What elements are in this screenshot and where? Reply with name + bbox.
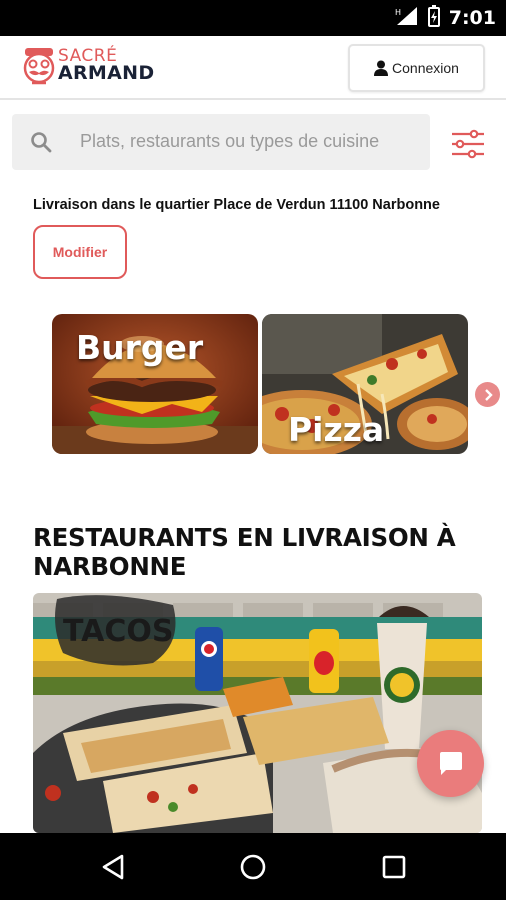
status-bar: H 7:01 (0, 0, 506, 36)
filter-button[interactable] (446, 122, 490, 166)
search-input[interactable]: Plats, restaurants ou types de cuisine (12, 114, 430, 170)
restaurant-card-image[interactable]: TACOS (33, 593, 482, 833)
tacos-sign: TACOS (63, 614, 173, 649)
app-header: SACRÉ ARMAND Connexion (0, 36, 506, 100)
logo-text: SACRÉ ARMAND (58, 48, 155, 84)
category-label: Pizza (288, 410, 385, 449)
section-title: RESTAURANTS EN LIVRAISON À NARBONNE (33, 523, 456, 581)
chevron-right-icon (484, 388, 493, 401)
filter-icon (452, 129, 484, 159)
status-icons: H 7:01 (395, 0, 496, 36)
status-time: 7:01 (448, 7, 496, 29)
modify-address-button[interactable]: Modifier (33, 225, 127, 279)
carousel-next-button[interactable] (475, 382, 500, 407)
home-icon (240, 854, 266, 880)
system-navigation-bar (0, 833, 506, 900)
signal-icon: H (395, 6, 419, 31)
login-button[interactable]: Connexion (348, 44, 485, 92)
user-icon (374, 60, 389, 76)
search-icon (30, 131, 52, 158)
home-button[interactable] (236, 850, 270, 884)
category-card-pizza[interactable]: Pizza (262, 314, 468, 454)
back-button[interactable] (96, 850, 130, 884)
search-placeholder: Plats, restaurants ou types de cuisine (80, 131, 380, 151)
recents-icon (382, 855, 406, 879)
recents-button[interactable] (377, 850, 411, 884)
login-label: Connexion (392, 60, 459, 76)
category-label: Burger (76, 328, 204, 367)
tacos-restaurant-image: TACOS (33, 593, 482, 833)
battery-icon (427, 4, 441, 32)
logo[interactable]: SACRÉ ARMAND (22, 44, 162, 92)
delivery-address: Livraison dans le quartier Place de Verd… (33, 197, 440, 213)
category-card-burger[interactable]: Burger (52, 314, 258, 454)
logo-line2: ARMAND (58, 62, 155, 84)
chat-icon (439, 751, 462, 775)
mascot-icon (23, 48, 55, 85)
back-icon (102, 854, 124, 880)
svg-text:H: H (395, 8, 401, 17)
chat-button[interactable] (417, 730, 484, 797)
